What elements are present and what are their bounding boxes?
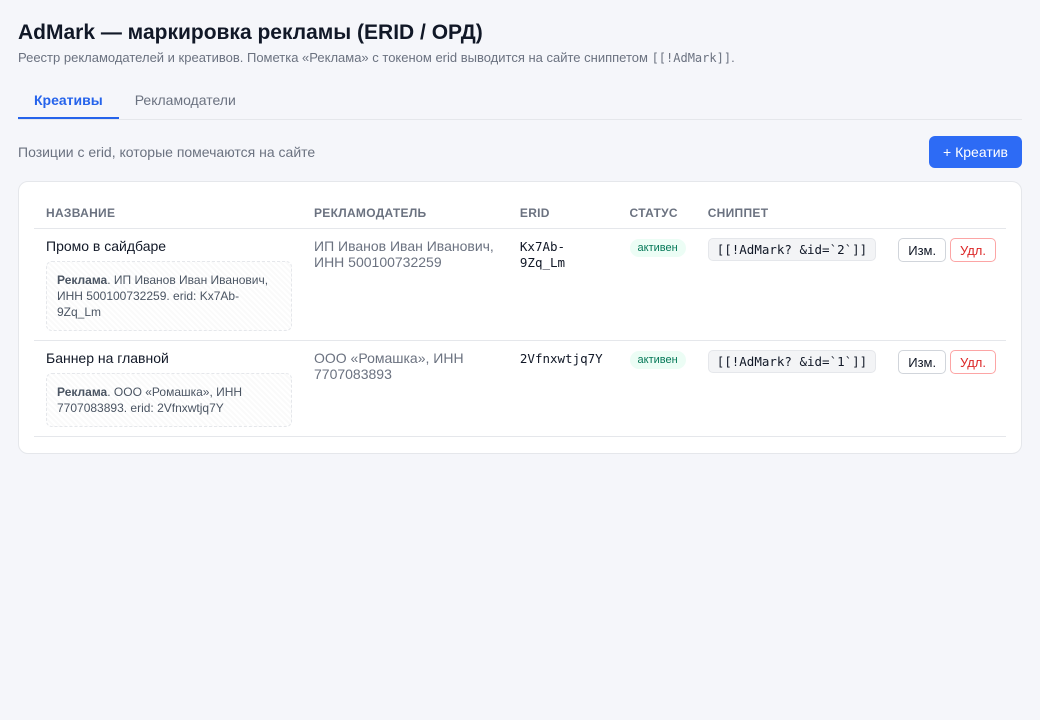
table-row: Промо в сайдбаре Реклама. ИП Иванов Иван…: [34, 228, 1006, 341]
subtitle-code: [[!AdMark]]: [651, 51, 732, 65]
column-header-actions: [886, 198, 1006, 229]
delete-button[interactable]: Удл.: [949, 350, 996, 374]
tab-advertisers[interactable]: Рекламодатели: [119, 84, 252, 119]
table-row: Баннер на главной Реклама. ООО «Ромашка»…: [34, 340, 1006, 437]
snippet-code[interactable]: [[!AdMark? &id=`1`]]: [707, 350, 877, 373]
edit-button[interactable]: Изм.: [898, 350, 947, 374]
table-header-row: НАЗВАНИЕ РЕКЛАМОДАТЕЛЬ ERID СТАТУС СНИПП…: [34, 198, 1006, 229]
status-badge: активен: [629, 239, 686, 257]
erid-cell: 2Vfnxwtjq7Y: [519, 351, 603, 366]
column-header-name: НАЗВАНИЕ: [34, 198, 302, 229]
toolbar: Позиции с erid, которые помечаются на са…: [18, 136, 1022, 168]
column-header-snippet: СНИППЕТ: [695, 198, 887, 229]
page-title: AdMark — маркировка рекламы (ERID / ОРД): [18, 21, 483, 44]
ad-label-preview: Реклама. ИП Иванов Иван Иванович, ИНН 50…: [46, 261, 292, 331]
snippet-code[interactable]: [[!AdMark? &id=`2`]]: [707, 238, 877, 261]
add-creative-button[interactable]: + Креатив: [929, 136, 1022, 168]
advertiser-cell: ИП Иванов Иван Иванович, ИНН 50010073225…: [314, 238, 494, 270]
creative-name: Промо в сайдбаре: [46, 238, 167, 254]
column-header-status: СТАТУС: [617, 198, 696, 229]
ad-label-preview: Реклама. ООО «Ромашка», ИНН 7707083893. …: [46, 373, 292, 427]
column-header-erid: ERID: [507, 198, 618, 229]
creatives-card: НАЗВАНИЕ РЕКЛАМОДАТЕЛЬ ERID СТАТУС СНИПП…: [18, 181, 1022, 454]
subtitle-end: .: [731, 50, 735, 65]
delete-button[interactable]: Удл.: [949, 238, 996, 262]
subtitle-text: Реестр рекламодателей и креативов. Помет…: [18, 50, 648, 65]
tab-bar: Креативы Рекламодатели: [18, 84, 1022, 120]
creatives-table: НАЗВАНИЕ РЕКЛАМОДАТЕЛЬ ERID СТАТУС СНИПП…: [34, 198, 1006, 437]
page-subtitle: Реестр рекламодателей и креативов. Помет…: [18, 50, 1022, 66]
toolbar-description: Позиции с erid, которые помечаются на са…: [18, 144, 316, 160]
advertiser-cell: ООО «Ромашка», ИНН 7707083893: [314, 350, 464, 382]
status-badge: активен: [629, 351, 686, 369]
erid-cell: Kx7Ab-9Zq_Lm: [519, 239, 566, 270]
preview-label: Реклама: [57, 385, 108, 399]
edit-button[interactable]: Изм.: [898, 238, 947, 262]
column-header-advertiser: РЕКЛАМОДАТЕЛЬ: [302, 198, 508, 229]
tab-creatives[interactable]: Креативы: [18, 84, 119, 119]
preview-label: Реклама: [57, 273, 108, 287]
creative-name: Баннер на главной: [46, 350, 169, 366]
